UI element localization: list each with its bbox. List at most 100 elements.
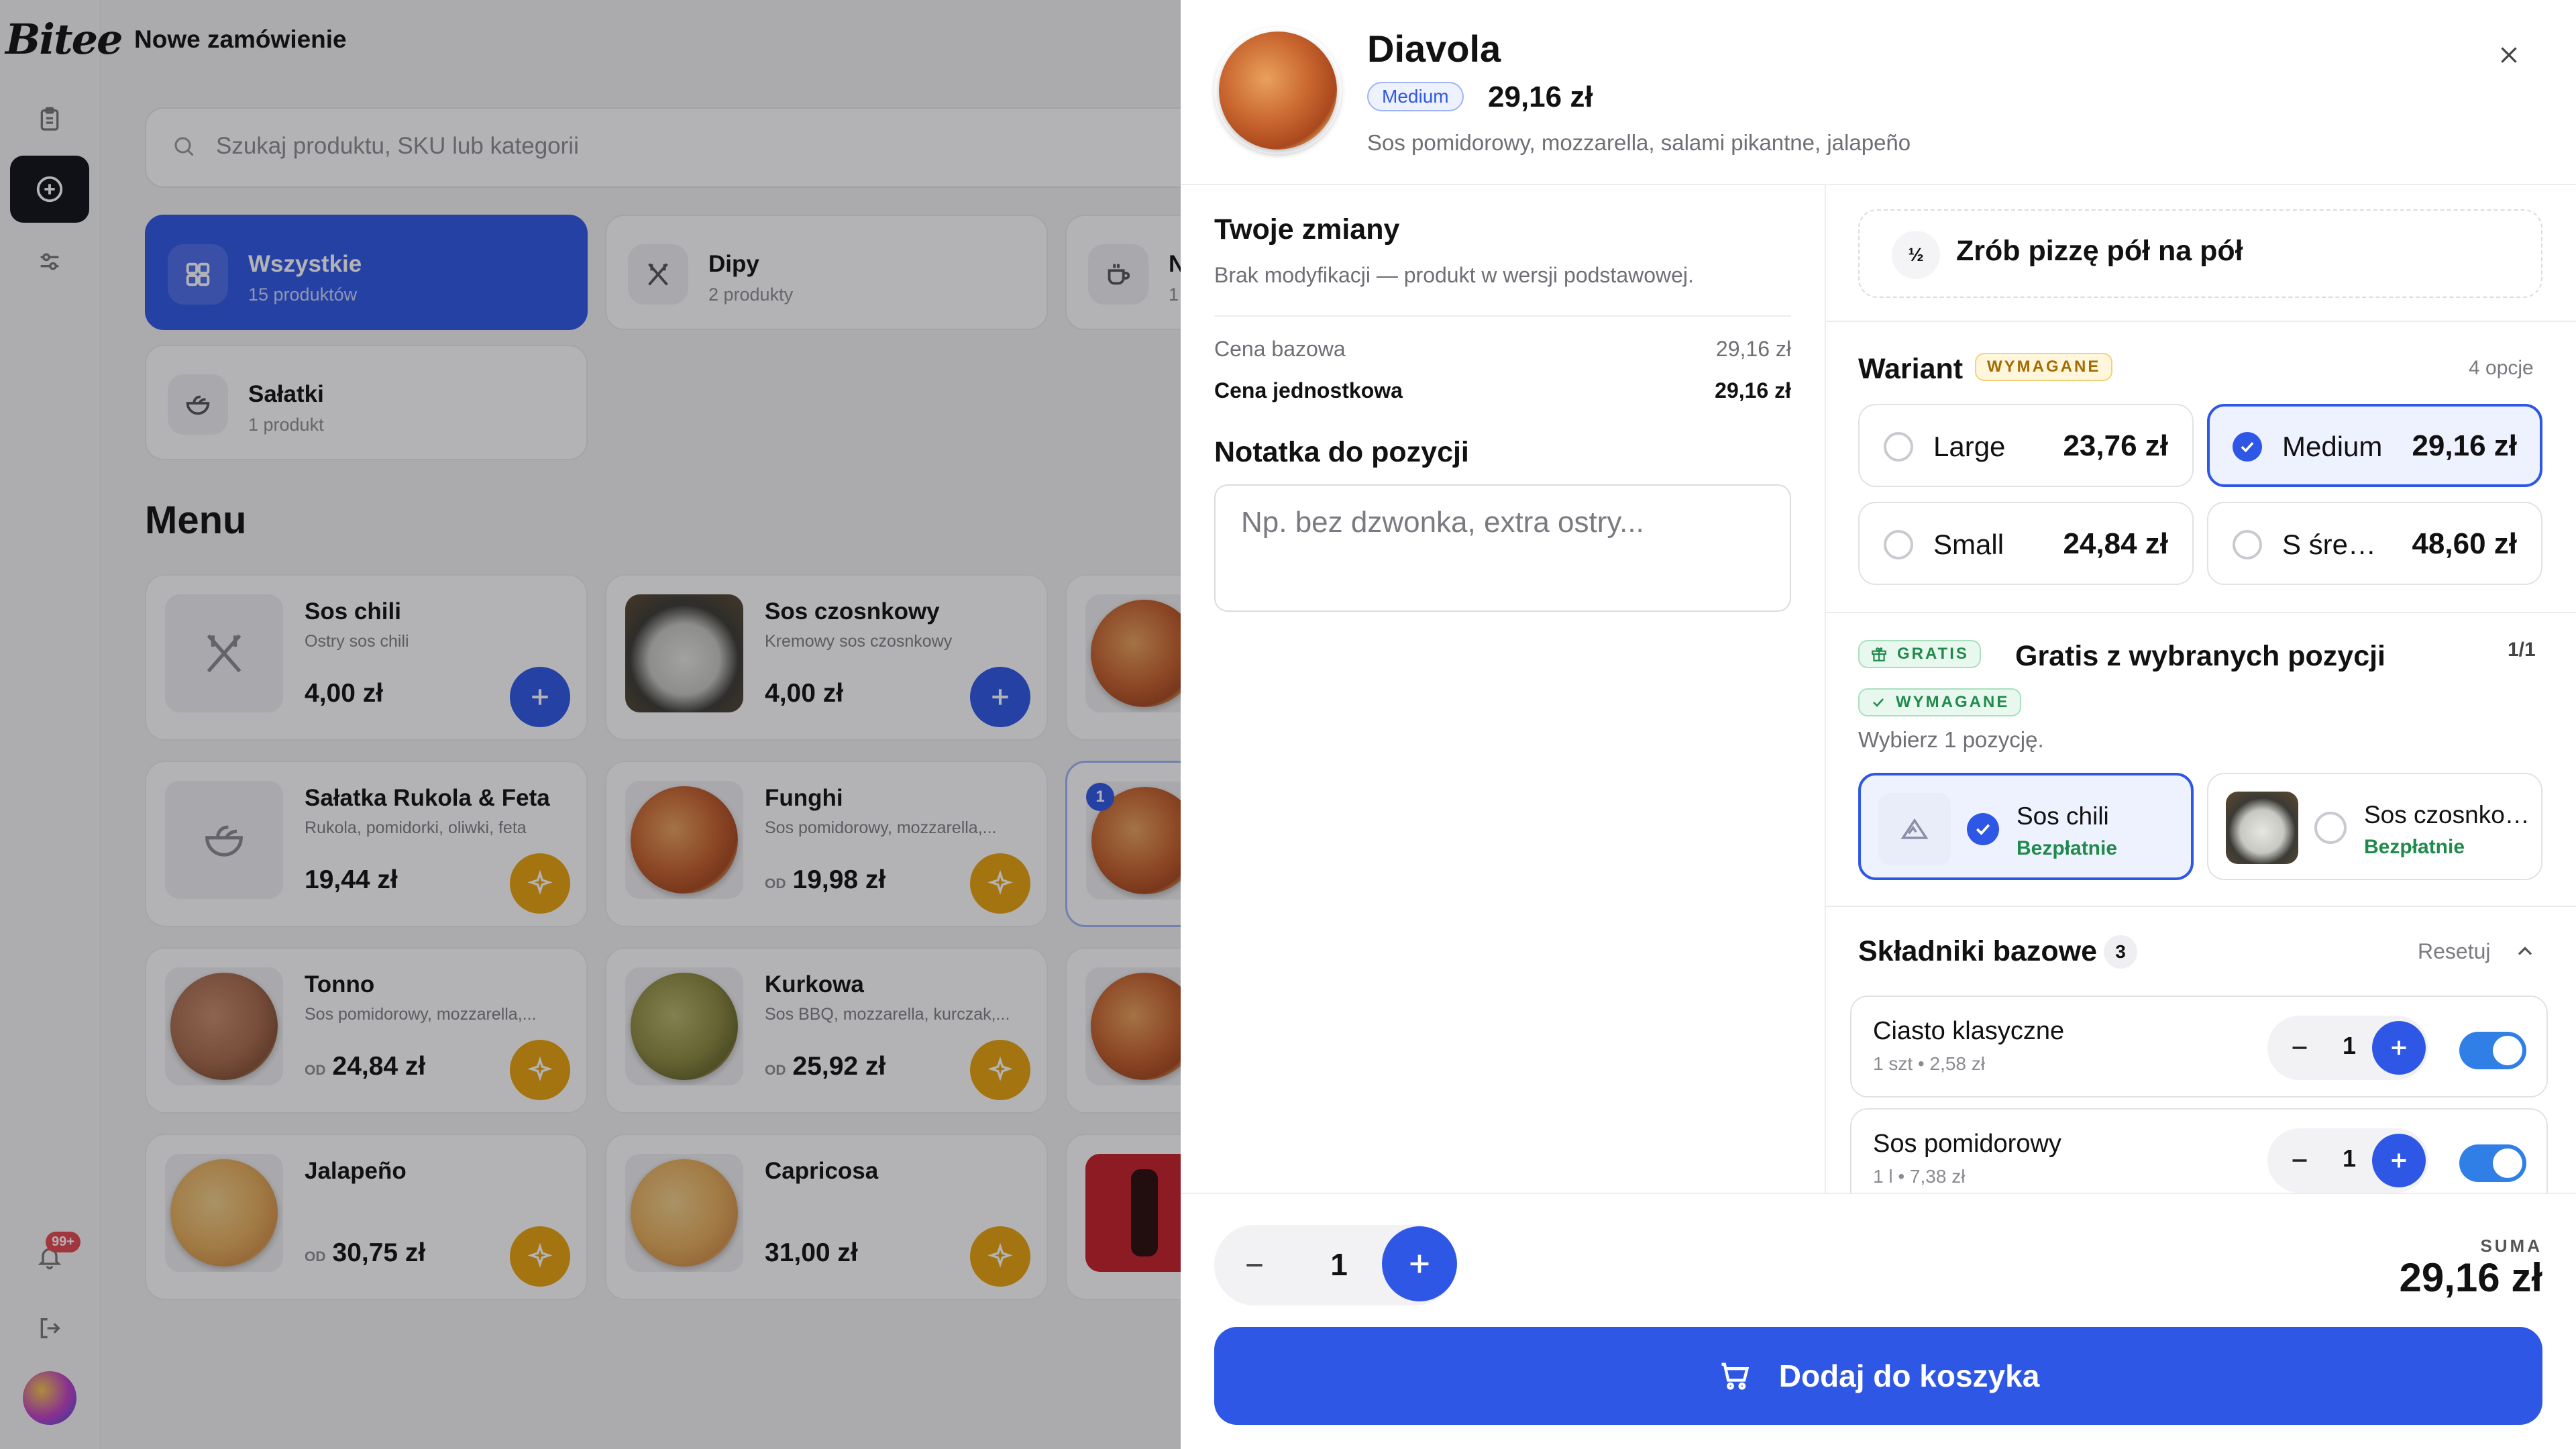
ingredient-toggle[interactable] bbox=[2459, 1032, 2526, 1069]
add-to-cart-label: Dodaj do koszyka bbox=[1778, 1358, 2040, 1393]
changes-title: Twoje zmiany bbox=[1214, 213, 1400, 246]
quantity-value: 1 bbox=[2342, 1144, 2357, 1172]
variant-option-s-srednia[interactable]: S średnia 48,60 zł bbox=[2207, 502, 2542, 585]
unit-price-value: 29,16 zł bbox=[1715, 378, 1791, 402]
quantity-value: 1 bbox=[2342, 1032, 2357, 1059]
product-image bbox=[2226, 792, 2298, 864]
gratis-title: Gratis z wybranych pozycji bbox=[2015, 640, 2386, 672]
utensils-off-icon bbox=[1878, 793, 1951, 865]
ingredient-row: Ciasto klasyczne 1 szt • 2,58 zł 1 bbox=[1850, 996, 2548, 1097]
gratis-badge: GRATIS bbox=[1858, 640, 1981, 668]
gratis-option-sos-czosnkowy[interactable]: Sos czosnkowy Bezpłatnie bbox=[2207, 773, 2542, 880]
radio-button[interactable] bbox=[2314, 812, 2347, 844]
base-price-row: Cena bazowa 29,16 zł bbox=[1214, 337, 1791, 362]
base-ingredients-title: Składniki bazowe bbox=[1858, 935, 2098, 967]
unit-price-row: Cena jednostkowa 29,16 zł bbox=[1214, 378, 1791, 403]
variant-price: 23,76 zł bbox=[2063, 429, 2168, 462]
base-price-label: Cena bazowa bbox=[1214, 337, 1346, 361]
gratis-required-label: WYMAGANE bbox=[1896, 693, 2010, 711]
ingredient-row: Sos pomidorowy 1 l • 7,38 zł 1 bbox=[1850, 1108, 2548, 1193]
product-image bbox=[1214, 27, 1342, 154]
variant-option-large[interactable]: Large 23,76 zł bbox=[1858, 404, 2194, 487]
check-icon bbox=[2241, 441, 2254, 453]
plus-icon bbox=[1410, 1254, 1429, 1273]
increase-button[interactable] bbox=[2372, 1021, 2426, 1075]
decrease-button[interactable] bbox=[2273, 1134, 2326, 1187]
note-textarea[interactable]: Np. bez dzwonka, extra ostry... bbox=[1214, 484, 1791, 612]
ingredient-toggle[interactable] bbox=[2459, 1144, 2526, 1182]
base-ingredients-count: 3 bbox=[2104, 935, 2137, 969]
unit-price-label: Cena jednostkowa bbox=[1214, 378, 1403, 402]
gratis-option-name: Sos czosnkowy bbox=[2364, 801, 2532, 828]
check-icon bbox=[1873, 698, 1884, 707]
quantity-stepper: 1 bbox=[2267, 1016, 2428, 1080]
pizza-image bbox=[1219, 32, 1337, 150]
gratis-option-sos-chili[interactable]: Sos chili Bezpłatnie bbox=[1858, 773, 2194, 880]
ingredient-name: Ciasto klasyczne bbox=[1873, 1017, 2065, 1045]
gratis-option-price: Bezpłatnie bbox=[2364, 836, 2465, 858]
divider bbox=[1826, 321, 2576, 322]
divider bbox=[1826, 612, 2576, 613]
garlic-sauce-image bbox=[2226, 792, 2298, 864]
gift-icon bbox=[1872, 647, 1886, 661]
plus-icon bbox=[2392, 1040, 2406, 1055]
increase-button[interactable] bbox=[2372, 1134, 2426, 1187]
half-half-label: Zrób pizzę pół na pół bbox=[1956, 235, 2243, 267]
gratis-badge-label: GRATIS bbox=[1897, 645, 1969, 663]
check-icon bbox=[1976, 824, 1990, 835]
variant-name: Large bbox=[1933, 431, 2006, 462]
gratis-count: 1/1 bbox=[2508, 639, 2536, 661]
gratis-option-name: Sos chili bbox=[2017, 802, 2109, 830]
gratis-required-badge: WYMAGANE bbox=[1858, 688, 2022, 716]
cart-icon bbox=[1721, 1362, 1749, 1390]
sum-label: SUMA bbox=[2480, 1236, 2542, 1256]
gratis-option-price: Bezpłatnie bbox=[2017, 837, 2118, 859]
divider bbox=[1825, 185, 1826, 1193]
divider bbox=[1214, 315, 1791, 317]
chevron-up-icon[interactable] bbox=[2513, 939, 2537, 963]
decrease-quantity-button[interactable] bbox=[1221, 1232, 1288, 1299]
required-badge: WYMAGANE bbox=[1975, 353, 2113, 381]
product-title: Diavola bbox=[1367, 28, 1501, 70]
order-quantity-value: 1 bbox=[1330, 1247, 1348, 1282]
radio-button[interactable] bbox=[1884, 530, 1913, 559]
minus-icon bbox=[1246, 1264, 1263, 1267]
half-icon: ½ bbox=[1892, 231, 1940, 279]
ingredient-detail: 1 szt • 2,58 zł bbox=[1873, 1053, 1985, 1074]
minus-icon bbox=[2292, 1046, 2307, 1049]
variant-name: Small bbox=[1933, 529, 2004, 560]
plus-icon bbox=[2392, 1153, 2406, 1168]
base-price-value: 29,16 zł bbox=[1715, 337, 1791, 361]
variant-price: 48,60 zł bbox=[2412, 527, 2517, 560]
decrease-button[interactable] bbox=[2273, 1021, 2326, 1075]
product-price: 29,16 zł bbox=[1488, 80, 1593, 113]
minus-icon bbox=[2292, 1159, 2307, 1162]
variant-price: 29,16 zł bbox=[2412, 429, 2517, 462]
variant-count: 4 opcje bbox=[2469, 357, 2534, 379]
sum-value: 29,16 zł bbox=[2399, 1255, 2543, 1300]
variant-option-medium[interactable]: Medium 29,16 zł bbox=[2207, 404, 2542, 487]
variant-price: 24,84 zł bbox=[2063, 527, 2168, 560]
reset-button[interactable]: Resetuj bbox=[2418, 939, 2491, 964]
quantity-stepper: 1 bbox=[2267, 1128, 2428, 1193]
modal-backdrop[interactable] bbox=[0, 0, 1181, 1449]
gratis-hint: Wybierz 1 pozycję. bbox=[1858, 727, 2044, 752]
increase-quantity-button[interactable] bbox=[1382, 1226, 1457, 1301]
add-to-cart-button[interactable]: Dodaj do koszyka bbox=[1214, 1327, 2542, 1425]
note-title: Notatka do pozycji bbox=[1214, 436, 1469, 468]
variant-name: S średnia bbox=[2282, 529, 2383, 560]
radio-button-checked[interactable] bbox=[2233, 432, 2262, 462]
ingredient-detail: 1 l • 7,38 zł bbox=[1873, 1166, 1966, 1187]
product-description: Sos pomidorowy, mozzarella, salami pikan… bbox=[1367, 130, 1911, 155]
radio-button[interactable] bbox=[2233, 530, 2262, 559]
variant-name: Medium bbox=[2282, 431, 2383, 462]
note-placeholder: Np. bez dzwonka, extra ostry... bbox=[1241, 506, 1644, 539]
changes-subtitle: Brak modyfikacji — produkt w wersji pods… bbox=[1214, 263, 1694, 287]
radio-button-checked[interactable] bbox=[1967, 813, 1999, 845]
variant-option-small[interactable]: Small 24,84 zł bbox=[1858, 502, 2194, 585]
size-badge: Medium bbox=[1367, 82, 1464, 111]
radio-button[interactable] bbox=[1884, 432, 1913, 462]
variant-title: Wariant bbox=[1858, 353, 1964, 385]
close-button[interactable] bbox=[2489, 35, 2529, 75]
ingredient-name: Sos pomidorowy bbox=[1873, 1130, 2061, 1158]
